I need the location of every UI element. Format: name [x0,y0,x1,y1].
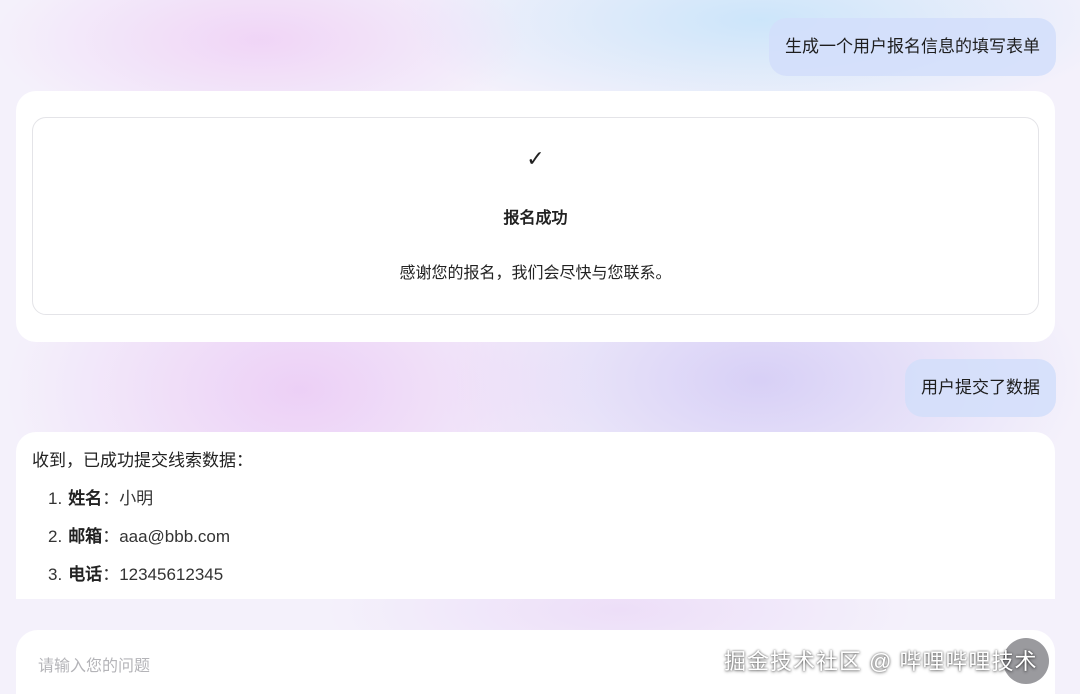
field-key: 邮箱 [68,527,103,546]
checkmark-icon: ✓ [526,146,545,171]
reply-intro: 收到，已成功提交线索数据： [32,451,253,470]
field-key: 姓名 [68,489,103,508]
input-placeholder: 请输入您的问题 [38,658,151,675]
field-separator: ： [102,489,120,508]
list-number: 2. [48,527,63,546]
user-message-bubble: 生成一个用户报名信息的填写表单 [769,18,1056,76]
field-value: 小明 [119,489,154,508]
list-item: 3. 电话：12345612345 [32,564,1055,602]
submission-success-panel: ✓ 报名成功 感谢您的报名，我们会尽快与您联系。 [32,117,1039,315]
list-item: 2. 邮箱：aaa@bbb.com [32,526,1055,564]
field-key: 电话 [68,565,103,584]
user-message-bubble: 用户提交了数据 [905,359,1056,417]
success-title: 报名成功 [503,210,568,227]
user-message-text: 用户提交了数据 [921,378,1040,397]
success-message: 感谢您的报名，我们会尽快与您联系。 [399,265,672,282]
list-number: 1. [48,489,63,508]
field-value: 12345612345 [119,565,224,584]
watermark: 掘金技术社区 @ 哔哩哔哩技术 [724,649,1038,674]
field-separator: ： [102,527,120,546]
assistant-form-card: ✓ 报名成功 感谢您的报名，我们会尽快与您联系。 [16,91,1055,342]
list-number: 3. [48,565,63,584]
user-message-text: 生成一个用户报名信息的填写表单 [785,37,1040,56]
field-separator: ： [102,565,120,584]
submitted-data-list: 1. 姓名：小明 2. 邮箱：aaa@bbb.com 3. 电话：1234561234… [32,488,1055,602]
field-value: aaa@bbb.com [119,527,231,546]
list-item: 1. 姓名：小明 [32,488,1055,526]
assistant-reply-card: 收到，已成功提交线索数据： 1. 姓名：小明 2. 邮箱：aaa@bbb.com 3… [16,432,1055,599]
